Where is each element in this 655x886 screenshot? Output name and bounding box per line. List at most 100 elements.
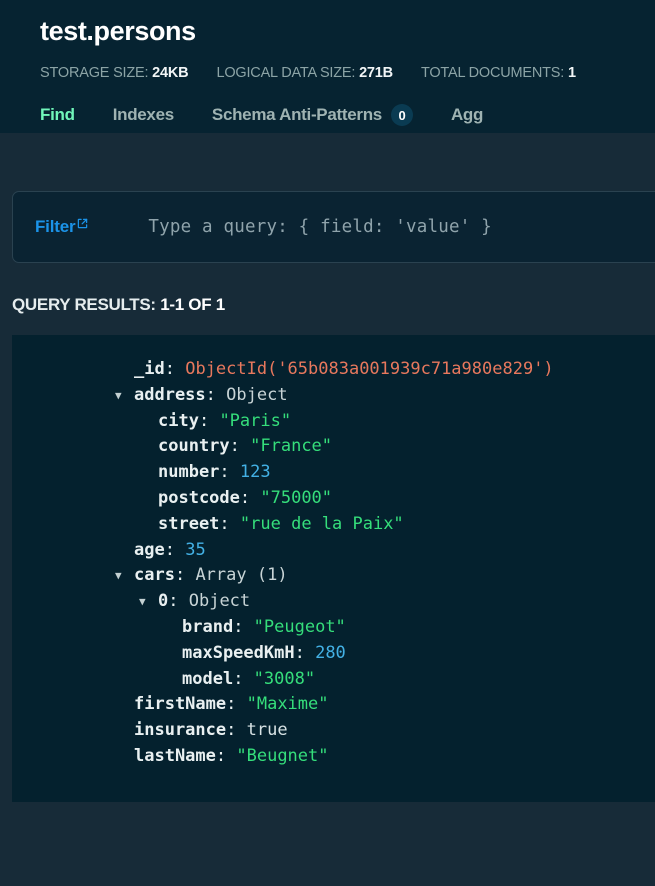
field-colon: : (168, 589, 188, 615)
field-value: "Peugeot" (254, 615, 346, 641)
field-value: true (247, 718, 288, 744)
document-field-row: city: "Paris" (12, 409, 655, 435)
stat-label: TOTAL DOCUMENTS: (421, 65, 564, 81)
document-list: _id: ObjectId('65b083a001939c71a980e829'… (12, 335, 655, 802)
query-results-label: QUERY RESULTS: (12, 295, 156, 314)
external-link-icon[interactable] (77, 214, 88, 234)
chevron-down-icon[interactable]: ▼ (115, 383, 122, 409)
page-title: test.persons (0, 16, 655, 47)
field-colon: : (230, 434, 250, 460)
document-field-row: firstName: "Maxime" (12, 692, 655, 718)
field-colon: : (226, 718, 246, 744)
stat-storage-size: STORAGE SIZE: 24KB (40, 65, 188, 81)
field-key: maxSpeedKmH (182, 641, 295, 667)
filter-bar-wrapper: Filter (0, 133, 655, 263)
main-content: Filter QUERY RESULTS: 1-1 OF 1 _id: Obje… (0, 133, 655, 869)
stat-label: LOGICAL DATA SIZE: (216, 65, 355, 81)
document-field-row: age: 35 (12, 538, 655, 564)
field-value: 280 (315, 641, 346, 667)
field-key: city (158, 409, 199, 435)
status-badge: 0 (391, 104, 413, 126)
stat-label: STORAGE SIZE: (40, 65, 148, 81)
document-field-row: model: "3008" (12, 667, 655, 693)
document-field-row: _id: ObjectId('65b083a001939c71a980e829'… (12, 357, 655, 383)
document-field-row: number: 123 (12, 460, 655, 486)
collection-tabs: Find Indexes Schema Anti-Patterns 0 Agg (0, 81, 655, 133)
field-colon: : (199, 409, 219, 435)
stat-value: 271B (359, 65, 393, 81)
field-key: _id (134, 357, 165, 383)
field-key: number (158, 460, 219, 486)
stat-value: 1 (568, 65, 576, 81)
field-colon: : (226, 692, 246, 718)
field-colon: : (206, 383, 226, 409)
document-field-row: ▼ address: Object (12, 383, 655, 409)
field-colon: : (233, 615, 253, 641)
tab-label: Find (40, 105, 75, 125)
field-value: Object (189, 589, 250, 615)
field-colon: : (219, 512, 239, 538)
field-colon: : (165, 357, 185, 383)
field-key: country (158, 434, 230, 460)
field-colon: : (240, 486, 260, 512)
document-field-row: country: "France" (12, 434, 655, 460)
stat-total-documents: TOTAL DOCUMENTS: 1 (421, 65, 576, 81)
document-field-row: brand: "Peugeot" (12, 615, 655, 641)
document-field-row: lastName: "Beugnet" (12, 744, 655, 770)
filter-query-input[interactable] (148, 217, 655, 237)
chevron-down-icon[interactable]: ▼ (139, 589, 146, 615)
collection-stats: STORAGE SIZE: 24KB LOGICAL DATA SIZE: 27… (0, 47, 655, 81)
stat-value: 24KB (152, 65, 188, 81)
tab-label: Agg (451, 105, 483, 125)
field-key: insurance (134, 718, 226, 744)
field-value: "Beugnet" (236, 744, 328, 770)
query-results-summary: QUERY RESULTS: 1-1 OF 1 (0, 263, 655, 315)
document-field-row: street: "rue de la Paix" (12, 512, 655, 538)
field-value: Object (226, 383, 287, 409)
tab-label: Indexes (113, 105, 174, 125)
stat-logical-data-size: LOGICAL DATA SIZE: 271B (216, 65, 392, 81)
field-key: firstName (134, 692, 226, 718)
query-results-range: 1-1 OF 1 (160, 295, 225, 314)
field-value: ObjectId('65b083a001939c71a980e829') (185, 357, 553, 383)
field-key: model (182, 667, 233, 693)
tab-indexes[interactable]: Indexes (113, 105, 174, 125)
document-field-row: ▼ 0: Object (12, 589, 655, 615)
field-value: "Paris" (219, 409, 291, 435)
chevron-down-icon[interactable]: ▼ (115, 563, 122, 589)
field-value: "rue de la Paix" (240, 512, 404, 538)
filter-label-button[interactable]: Filter (35, 217, 88, 237)
field-value: "75000" (260, 486, 332, 512)
field-value: 35 (185, 538, 205, 564)
field-key: age (134, 538, 165, 564)
tab-label: Schema Anti-Patterns (212, 105, 382, 125)
field-key: postcode (158, 486, 240, 512)
field-key: street (158, 512, 219, 538)
tab-aggregations[interactable]: Agg (451, 105, 483, 125)
field-key: lastName (134, 744, 216, 770)
document-field-row: postcode: "75000" (12, 486, 655, 512)
field-colon: : (233, 667, 253, 693)
field-value: 123 (240, 460, 271, 486)
tab-schema-anti-patterns[interactable]: Schema Anti-Patterns 0 (212, 104, 413, 126)
document-field-row: ▼ cars: Array (1) (12, 563, 655, 589)
document-field-row: maxSpeedKmH: 280 (12, 641, 655, 667)
field-colon: : (216, 744, 236, 770)
field-value: "France" (250, 434, 332, 460)
document-field-row: insurance: true (12, 718, 655, 744)
field-colon: : (295, 641, 315, 667)
field-key: cars (134, 563, 175, 589)
filter-bar[interactable]: Filter (12, 191, 655, 263)
field-key: address (134, 383, 206, 409)
field-colon: : (165, 538, 185, 564)
field-colon: : (175, 563, 195, 589)
collection-header: test.persons STORAGE SIZE: 24KB LOGICAL … (0, 0, 655, 133)
field-key: brand (182, 615, 233, 641)
field-key: 0 (158, 589, 168, 615)
field-value: "Maxime" (247, 692, 329, 718)
field-value: Array (1) (195, 563, 287, 589)
filter-label-text: Filter (35, 217, 75, 237)
field-value: "3008" (254, 667, 315, 693)
tab-find[interactable]: Find (40, 105, 75, 125)
field-colon: : (219, 460, 239, 486)
